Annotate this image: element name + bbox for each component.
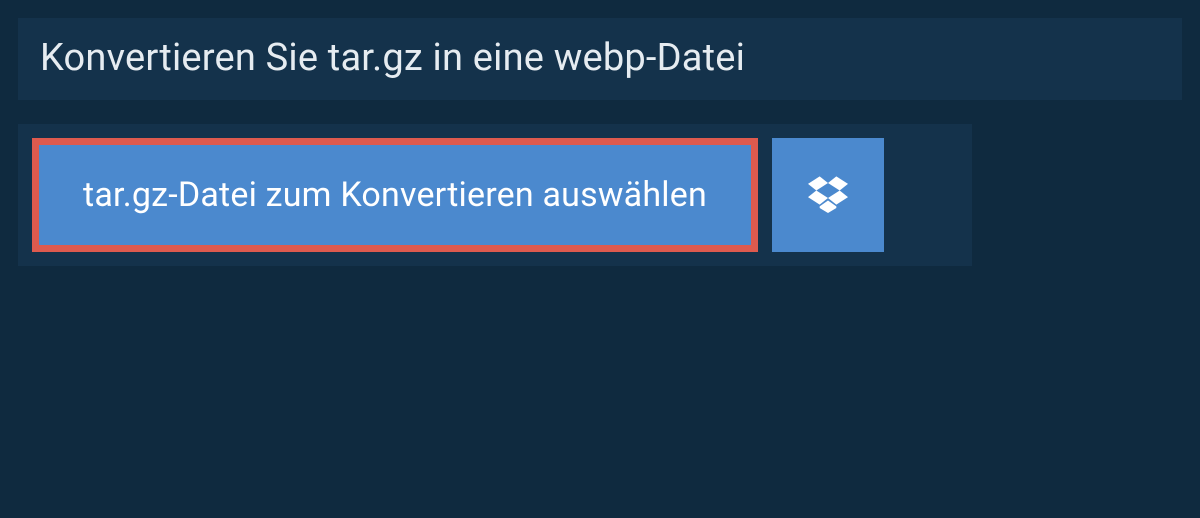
page-title: Konvertieren Sie tar.gz in eine webp-Dat… xyxy=(18,18,1182,100)
choose-file-button[interactable]: tar.gz-Datei zum Konvertieren auswählen xyxy=(39,145,751,245)
upload-button-row: tar.gz-Datei zum Konvertieren auswählen xyxy=(18,124,972,266)
heading-panel: Konvertieren Sie tar.gz in eine webp-Dat… xyxy=(18,18,1182,100)
dropbox-button[interactable] xyxy=(772,138,884,252)
dropbox-icon xyxy=(808,173,848,217)
file-button-highlight: tar.gz-Datei zum Konvertieren auswählen xyxy=(32,138,758,252)
